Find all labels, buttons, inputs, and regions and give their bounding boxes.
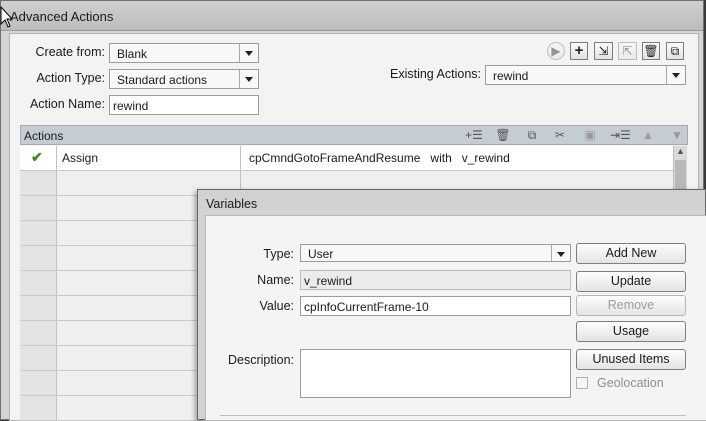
move-up-icon[interactable]: ▲: [640, 127, 656, 143]
action-name-label: Action Name:: [29, 97, 105, 111]
description-label: Description:: [228, 353, 294, 367]
copy-icon[interactable]: ⧉: [524, 127, 540, 143]
add-row-icon[interactable]: +☰: [465, 127, 483, 143]
unused-items-button[interactable]: Unused Items: [576, 349, 686, 370]
variables-dialog: Variables Type: User Name: v_rewind Valu…: [197, 189, 706, 421]
insert-icon[interactable]: ⇥☰: [610, 127, 631, 143]
description-input[interactable]: [300, 349, 571, 398]
move-down-icon[interactable]: ▼: [669, 127, 685, 143]
type-value: User: [308, 247, 334, 261]
create-from-value: Blank: [117, 47, 148, 61]
check-icon: ✔: [31, 149, 43, 165]
chevron-down-icon: [239, 44, 258, 62]
value-input[interactable]: cpInfoCurrentFrame-10: [300, 296, 571, 316]
name-input[interactable]: v_rewind: [300, 270, 571, 290]
scroll-up-icon[interactable]: ▲: [676, 146, 685, 156]
chevron-down-icon: [666, 66, 685, 84]
add-new-button[interactable]: Add New: [576, 243, 686, 264]
duplicate-icon[interactable]: ⧉: [666, 42, 684, 60]
action-type-select[interactable]: Standard actions: [109, 69, 259, 89]
create-from-label: Create from:: [35, 45, 105, 59]
value-label: Value:: [259, 299, 294, 313]
add-icon[interactable]: +: [570, 42, 588, 60]
usage-button[interactable]: Usage: [576, 321, 686, 342]
geolocation-label: Geolocation: [597, 376, 664, 390]
chevron-down-icon: [239, 70, 258, 88]
row-detail: cpCmndGotoFrameAndResume with v_rewind: [249, 151, 510, 165]
preview-icon[interactable]: ▶: [547, 42, 565, 60]
chevron-down-icon: [551, 245, 570, 261]
delete-row-icon[interactable]: 🗑: [495, 127, 511, 143]
type-select[interactable]: User: [300, 244, 571, 262]
delete-icon[interactable]: 🗑: [642, 42, 660, 60]
scroll-thumb[interactable]: [675, 160, 686, 190]
export-icon[interactable]: ⇱: [618, 42, 637, 60]
create-from-select[interactable]: Blank: [109, 43, 259, 63]
remove-button[interactable]: Remove: [576, 295, 686, 316]
update-button[interactable]: Update: [576, 271, 686, 292]
actions-header: Actions: [24, 129, 64, 143]
action-name-input[interactable]: rewind: [109, 95, 259, 115]
geolocation-checkbox[interactable]: [576, 377, 588, 389]
name-label: Name:: [257, 273, 294, 287]
row-action: Assign: [62, 151, 99, 165]
action-type-value: Standard actions: [117, 73, 208, 87]
cursor-icon: [0, 6, 14, 28]
paste-icon[interactable]: ▣: [582, 127, 598, 143]
action-type-label: Action Type:: [36, 71, 105, 85]
actions-toolbar: Actions +☰ 🗑 ⧉ ✂ ▣ ⇥☰ ▲ ▼: [20, 125, 688, 145]
import-icon[interactable]: ⇲: [594, 42, 613, 60]
variables-title: Variables: [206, 197, 258, 211]
existing-actions-select[interactable]: rewind: [485, 65, 686, 85]
existing-actions-value: rewind: [493, 69, 529, 83]
divider: [220, 415, 686, 421]
cut-icon[interactable]: ✂: [552, 127, 568, 143]
window-title: Advanced Actions: [10, 9, 114, 24]
existing-actions-label: Existing Actions:: [389, 67, 481, 81]
type-label: Type:: [263, 247, 294, 261]
table-row[interactable]: ✔ Assign cpCmndGotoFrameAndResume with v…: [20, 146, 674, 171]
title-bar[interactable]: Advanced Actions: [1, 1, 703, 31]
